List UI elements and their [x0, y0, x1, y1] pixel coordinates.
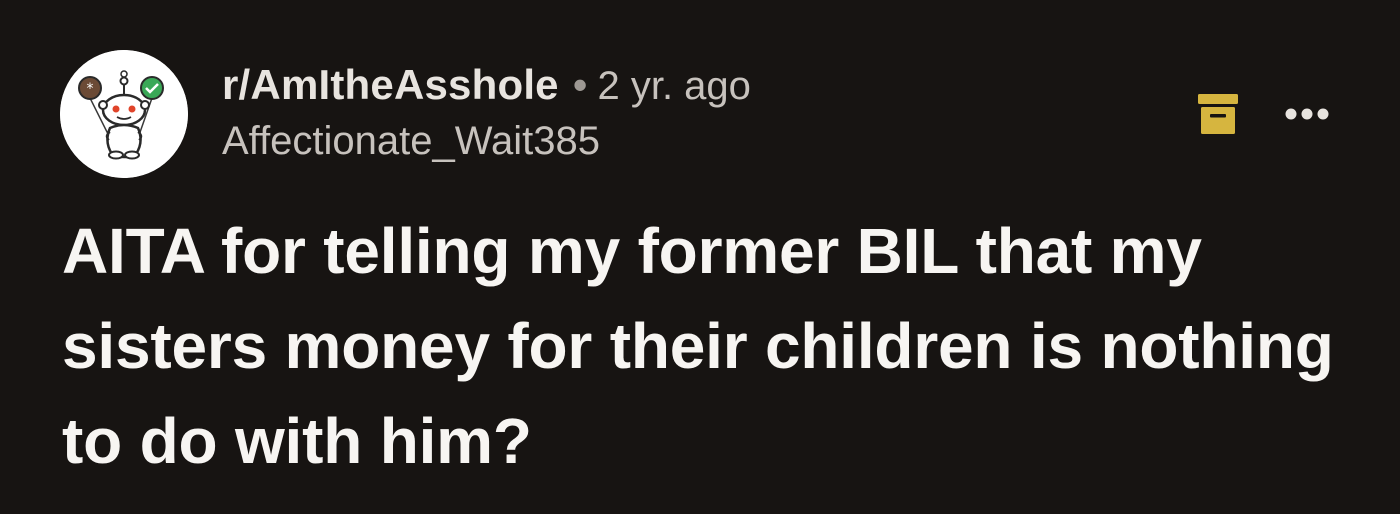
svg-text:*: * [87, 81, 94, 97]
more-options-button[interactable] [1272, 92, 1342, 136]
archive-box-icon [1196, 92, 1240, 136]
meta-separator: • [572, 61, 588, 108]
post-title[interactable]: AITA for telling my former BIL that my s… [62, 204, 1362, 489]
subreddit-avatar[interactable]: * [60, 50, 188, 178]
author-link[interactable]: Affectionate_Wait385 [222, 118, 1122, 164]
post-age: 2 yr. ago [597, 64, 751, 108]
post-meta: r/AmItheAsshole • 2 yr. ago Affectionate_W… [222, 60, 1122, 164]
post-meta-row: r/AmItheAsshole • 2 yr. ago [222, 60, 1122, 110]
subreddit-link[interactable]: r/AmItheAsshole [222, 61, 559, 108]
reddit-snoo-avatar-icon: * [60, 50, 188, 178]
more-options-icon [1285, 108, 1329, 120]
